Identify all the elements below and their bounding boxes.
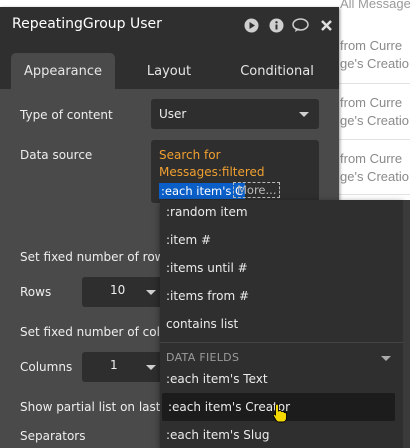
menu-item-random-item[interactable]: :random item xyxy=(160,198,403,226)
menu-item-items-until[interactable]: :items until # xyxy=(160,254,403,282)
chevron-down-icon xyxy=(146,290,156,295)
data-source-label: Data source xyxy=(20,148,93,162)
hand-cursor-icon xyxy=(272,403,288,423)
type-of-content-value: User xyxy=(159,107,187,121)
list-item-line: ge's Creatio xyxy=(340,56,409,71)
menu-item-item-number[interactable]: :item # xyxy=(160,226,403,254)
list-divider xyxy=(330,139,410,140)
menu-divider xyxy=(160,342,403,343)
data-source-line: Messages:filtered xyxy=(159,165,265,179)
menu-item-contains-list[interactable]: contains list xyxy=(160,310,403,338)
type-of-content-label: Type of content xyxy=(20,108,113,122)
menu-section-header: DATA FIELDS xyxy=(166,351,240,364)
list-divider xyxy=(330,194,410,195)
type-of-content-dropdown[interactable]: User xyxy=(151,99,319,129)
menu-item-each-text[interactable]: :each item's Text xyxy=(160,365,403,393)
data-source-line: Search for xyxy=(159,148,221,162)
play-icon[interactable] xyxy=(243,17,260,34)
tab-appearance[interactable]: Appearance xyxy=(11,53,115,89)
operator-menu: :random item :item # :items until # :ite… xyxy=(160,198,410,448)
list-item-line: ge's Creatio xyxy=(340,169,409,184)
list-item-line: ge's Creatio xyxy=(340,113,409,128)
menu-item-each-slug[interactable]: :each item's Slug xyxy=(160,421,403,448)
close-icon[interactable] xyxy=(318,17,335,34)
chevron-down-icon xyxy=(299,112,309,117)
panel-title: RepeatingGroup User xyxy=(12,16,162,32)
comment-icon[interactable] xyxy=(292,17,309,34)
columns-dropdown[interactable]: 1 xyxy=(82,352,162,382)
panel-title-bar[interactable]: RepeatingGroup User xyxy=(0,7,339,44)
menu-scrollbar[interactable] xyxy=(403,200,410,448)
more-button[interactable]: More... xyxy=(233,182,281,198)
list-divider xyxy=(330,83,410,84)
columns-label: Columns xyxy=(20,360,73,374)
chevron-down-icon xyxy=(146,365,156,370)
tab-bar: Appearance Layout Conditional xyxy=(0,44,339,89)
columns-value: 1 xyxy=(110,358,118,372)
info-icon[interactable] xyxy=(268,17,285,34)
menu-item-items-from[interactable]: :items from # xyxy=(160,282,403,310)
rows-label: Rows xyxy=(20,285,52,299)
partial-list-label: Show partial list on last p xyxy=(20,400,172,414)
list-item-line: from Curre xyxy=(340,95,403,110)
list-item-line: from Curre xyxy=(340,38,403,53)
rows-dropdown[interactable]: 10 xyxy=(82,277,162,307)
fixed-columns-label: Set fixed number of colu xyxy=(20,325,168,339)
list-header: All Messages xyxy=(340,0,410,11)
chevron-down-icon[interactable] xyxy=(381,356,391,361)
separators-label: Separators xyxy=(20,429,86,443)
tab-conditional[interactable]: Conditional xyxy=(222,53,332,89)
data-source-expression[interactable]: Search for Messages:filtered :each item'… xyxy=(151,140,319,203)
fixed-rows-label: Set fixed number of rows xyxy=(20,250,171,264)
list-item-line: from Curre xyxy=(340,151,403,166)
tab-layout[interactable]: Layout xyxy=(124,53,214,89)
rows-value: 10 xyxy=(110,283,126,297)
